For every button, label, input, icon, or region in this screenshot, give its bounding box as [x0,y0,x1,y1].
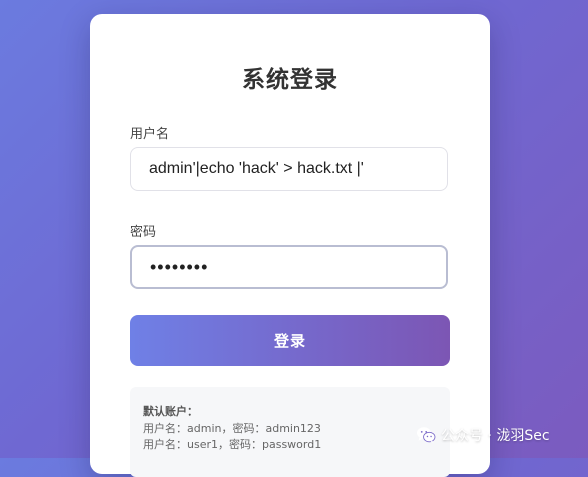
username-input[interactable] [130,147,448,191]
hint-line-user1: 用户名：user1，密码：password1 [143,438,322,451]
watermark-text: 公众号 · 泷羽Sec [441,428,550,444]
page-title: 系统登录 [242,67,338,93]
password-input[interactable] [130,245,448,289]
watermark: 公众号 · 泷羽Sec [416,424,550,446]
login-card: 系统登录 用户名 密码 登录 默认账户： 用户名：admin，密码：admin1… [90,14,490,477]
hint-line-admin: 用户名：admin，密码：admin123 [143,422,321,435]
password-label: 密码 [130,225,157,240]
login-button[interactable]: 登录 [130,315,450,366]
username-label: 用户名 [130,127,170,142]
hint-title: 默认账户： [143,405,198,418]
wechat-icon [417,427,436,444]
default-accounts-hint: 默认账户： 用户名：admin，密码：admin123 用户名：user1，密码… [130,387,450,477]
